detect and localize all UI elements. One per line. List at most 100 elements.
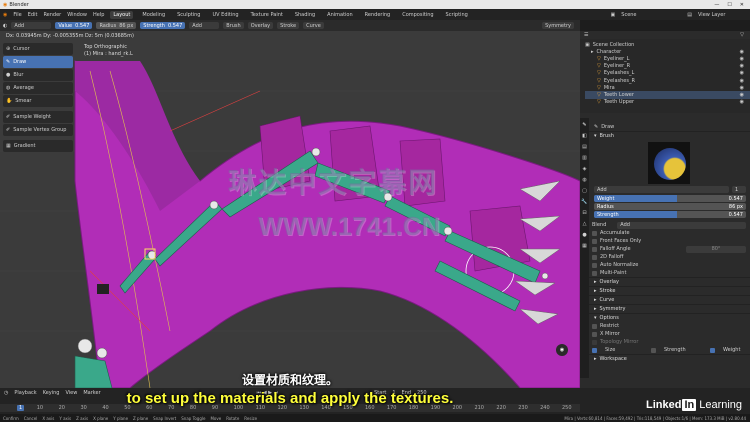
blend-dropdown[interactable]: Add <box>189 22 220 29</box>
tab-compositing[interactable]: Compositing <box>399 11 436 19</box>
tab-scripting[interactable]: Scripting <box>443 11 471 19</box>
symmetry-dropdown[interactable]: Symmetry <box>542 22 574 29</box>
3d-viewport[interactable]: Dx: 0.03945m Dy: -0.005355m Dz: 5m (0.03… <box>0 31 580 388</box>
visibility-icon[interactable]: ◉ <box>740 99 744 105</box>
view-layer-tab-icon[interactable]: ▥ <box>582 155 587 161</box>
section-workspace[interactable]: ▸ Workspace <box>580 354 750 363</box>
value-field[interactable]: Value 0.547 <box>55 22 93 29</box>
checkbox[interactable] <box>592 323 597 329</box>
menu-edit[interactable]: Edit <box>28 12 38 18</box>
close-button[interactable]: ✕ <box>740 2 744 8</box>
blender-menu-icon[interactable]: ◉ <box>3 12 7 18</box>
visibility-icon[interactable]: ◉ <box>740 78 744 84</box>
option-front-faces[interactable]: Front Faces Only <box>580 237 750 245</box>
visibility-icon[interactable]: ◉ <box>740 63 744 69</box>
outliner-row[interactable]: ▽ Teeth Lower ◉ <box>585 91 750 99</box>
checkbox[interactable] <box>592 246 597 252</box>
section-overlay[interactable]: ▸ Overlay <box>580 277 750 286</box>
constraint-tab-icon[interactable]: ⊟ <box>582 210 586 216</box>
menu-file[interactable]: File <box>13 12 21 18</box>
brush-mode-field[interactable]: Add <box>594 186 729 193</box>
section-curve[interactable]: ▸ Curve <box>580 295 750 304</box>
weight-slider[interactable]: Weight 0.547 <box>594 195 746 202</box>
tab-shading[interactable]: Shading <box>292 11 318 19</box>
tool-blur[interactable]: ● Blur <box>3 69 73 81</box>
output-tab-icon[interactable]: ▤ <box>582 144 587 150</box>
tab-texture-paint[interactable]: Texture Paint <box>248 11 286 19</box>
outliner[interactable]: ☰ ▽ ▣ Scene Collection ▸ Character ◉ ▽ Eyeli… <box>580 31 750 113</box>
brush-dropdown[interactable]: Brush <box>223 22 244 29</box>
checkbox[interactable] <box>592 270 597 276</box>
outliner-row[interactable]: ▽ Eyelashes_R ◉ <box>585 77 750 84</box>
option-restrict[interactable]: Restrict <box>580 322 750 330</box>
visibility-icon[interactable]: ◉ <box>740 70 744 76</box>
tool-tab-icon[interactable]: ✎ <box>582 122 586 128</box>
world-tab-icon[interactable]: ◍ <box>582 177 586 183</box>
section-stroke[interactable]: ▸ Stroke <box>580 286 750 295</box>
brush-mode-dropdown[interactable]: Add <box>11 22 52 29</box>
texture-tab-icon[interactable]: ▦ <box>582 243 587 249</box>
brush-section[interactable]: ▾ Brush <box>580 131 750 140</box>
menu-help[interactable]: Help <box>93 12 104 18</box>
curve-dropdown[interactable]: Curve <box>303 22 324 29</box>
option-falloff-angle[interactable]: Falloff Angle 80° <box>580 245 750 253</box>
tool-sample-weight[interactable]: ✐ Sample Weight <box>3 111 73 123</box>
render-tab-icon[interactable]: ◧ <box>582 133 587 139</box>
properties-editor[interactable]: ✎ Draw ▾ Brush Add 1 Weight 0.547 Radius 86 … <box>580 113 750 388</box>
checkbox[interactable] <box>592 331 597 337</box>
stroke-dropdown[interactable]: Stroke <box>277 22 300 29</box>
option-2d-falloff[interactable]: 2D Falloff <box>580 253 750 261</box>
tool-smear[interactable]: ✋ Smear <box>3 95 73 107</box>
tab-layout[interactable]: Layout <box>110 10 134 19</box>
checkbox[interactable] <box>592 238 597 244</box>
outliner-editor-icon[interactable]: ☰ <box>584 32 588 38</box>
section-symmetry[interactable]: ▸ Symmetry <box>580 304 750 313</box>
modifier-tab-icon[interactable]: 🔧 <box>581 199 587 205</box>
visibility-icon[interactable]: ◉ <box>740 85 744 91</box>
minimize-button[interactable]: — <box>714 2 719 8</box>
tool-sample-vertex-group[interactable]: ✐ Sample Vertex Group <box>3 124 73 136</box>
outliner-row[interactable]: ▽ Eyeliner_R ◉ <box>585 63 750 70</box>
overlay-dropdown[interactable]: Overlay <box>247 22 274 29</box>
material-tab-icon[interactable]: ● <box>582 232 586 238</box>
strength-slider[interactable]: Strength 0.547 <box>594 211 746 218</box>
maximize-button[interactable]: ☐ <box>727 2 731 8</box>
menu-window[interactable]: Window <box>67 12 87 18</box>
section-options[interactable]: ▾ Options <box>580 313 750 322</box>
tool-average[interactable]: ◍ Average <box>3 82 73 94</box>
menu-render[interactable]: Render <box>43 12 61 18</box>
tab-animation[interactable]: Animation <box>324 11 356 19</box>
size-checkbox[interactable] <box>592 347 597 353</box>
tab-rendering[interactable]: Rendering <box>362 11 394 19</box>
tool-gradient[interactable]: ▦ Gradient <box>3 140 73 152</box>
outliner-row[interactable]: ▽ Teeth Upper ◉ <box>585 99 750 106</box>
option-topology-mirror[interactable]: Topology Mirror <box>580 338 750 346</box>
scene-selector[interactable]: Scene <box>621 12 681 18</box>
view-layer-selector[interactable]: View Layer <box>698 12 750 18</box>
camera-icon[interactable]: ◉ <box>556 344 568 356</box>
weight-checkbox[interactable] <box>710 347 715 353</box>
outliner-row[interactable]: ▽ Eyelashes_L ◉ <box>585 70 750 77</box>
option-accumulate[interactable]: Accumulate <box>580 229 750 237</box>
scene-collection-row[interactable]: ▣ Scene Collection <box>585 41 750 48</box>
checkbox[interactable] <box>592 230 597 236</box>
option-x-mirror[interactable]: X Mirror <box>580 330 750 338</box>
visibility-icon[interactable]: ◉ <box>740 92 744 98</box>
option-auto-normalize[interactable]: Auto Normalize <box>580 261 750 269</box>
strength-field[interactable]: Strength 0.547 <box>140 22 186 29</box>
visibility-icon[interactable]: ◉ <box>740 49 744 55</box>
tab-sculpting[interactable]: Sculpting <box>174 11 203 19</box>
radius-slider[interactable]: Radius 86 px <box>594 203 746 210</box>
visibility-icon[interactable]: ◉ <box>740 56 744 62</box>
outliner-row[interactable]: ▸ Character ◉ <box>585 48 750 55</box>
scene-tab-icon[interactable]: ◈ <box>583 166 587 172</box>
tab-modeling[interactable]: Modeling <box>139 11 168 19</box>
tool-cursor[interactable]: ⊕ Cursor <box>3 43 73 55</box>
falloff-angle-field[interactable]: 80° <box>686 245 746 253</box>
tool-draw[interactable]: ✎ Draw <box>3 56 73 68</box>
option-multi-paint[interactable]: Multi-Paint <box>580 269 750 277</box>
radius-field[interactable]: Radius 86 px <box>96 22 137 29</box>
object-tab-icon[interactable]: ▢ <box>582 188 587 194</box>
checkbox[interactable] <box>592 262 597 268</box>
tab-uv-editing[interactable]: UV Editing <box>209 11 241 19</box>
